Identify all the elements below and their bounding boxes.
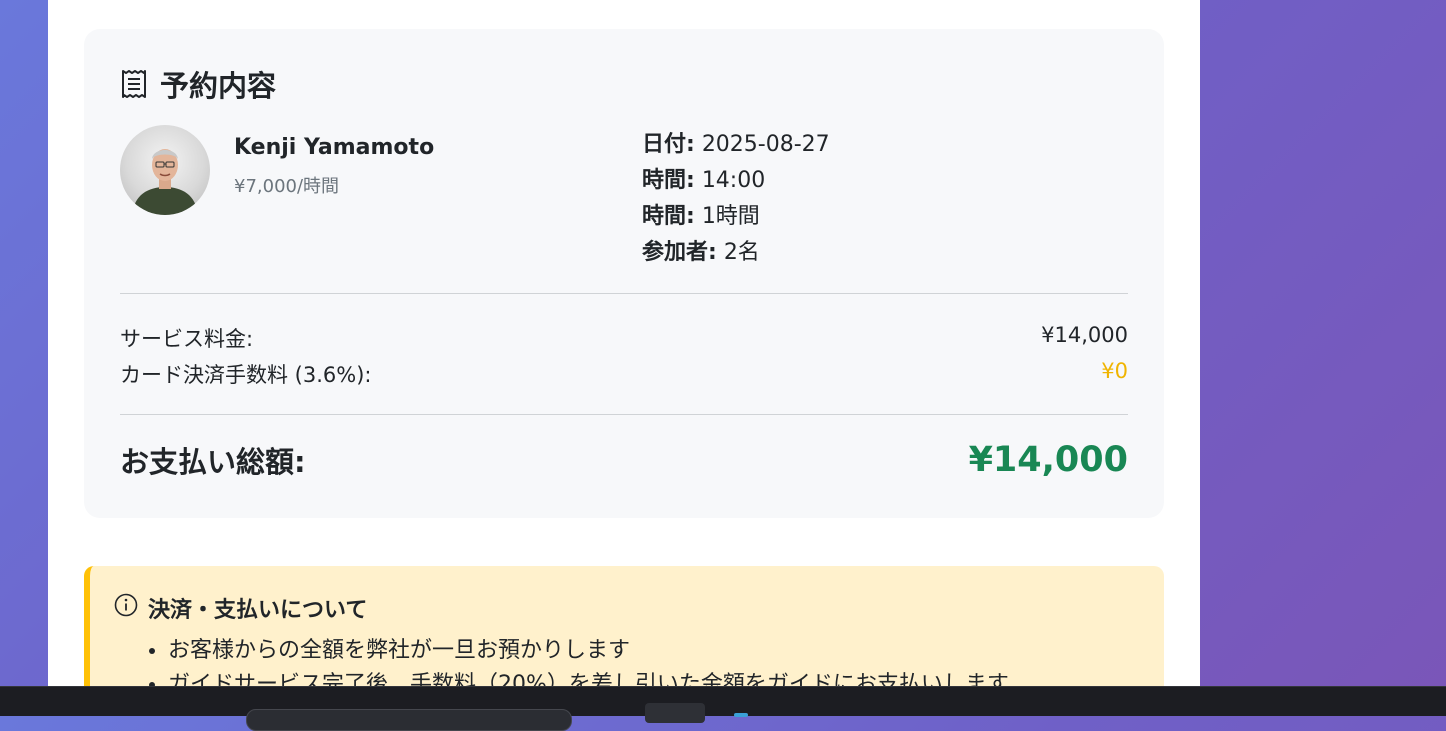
detail-value: 2025-08-27 xyxy=(701,132,830,157)
card-fee-amount: ¥0 xyxy=(1101,359,1128,383)
booking-summary-card: 予約内容 Kenji Yamamoto ¥7,000/時間 日付: 2025-0… xyxy=(84,29,1164,518)
payment-notice: 決済・支払いについて お客様からの全額を弊社が一旦お預かりします ガイドサービス… xyxy=(84,566,1164,697)
detail-participants: 参加者: 2名 xyxy=(642,235,830,271)
detail-label: 時間: xyxy=(642,204,695,229)
notice-header: 決済・支払いについて xyxy=(114,592,367,624)
detail-duration: 時間: 1時間 xyxy=(642,199,830,235)
list-item: お客様からの全額を弊社が一旦お預かりします xyxy=(168,634,1009,668)
detail-value: 14:00 xyxy=(701,168,766,193)
detail-date: 日付: 2025-08-27 xyxy=(642,127,830,163)
detail-value: 1時間 xyxy=(701,204,760,229)
detail-value: 2名 xyxy=(723,240,760,265)
service-fee-label: サービス料金: xyxy=(120,327,254,351)
detail-label: 参加者: xyxy=(642,240,717,265)
taskbar-app-button[interactable] xyxy=(645,703,705,723)
detail-time: 時間: 14:00 xyxy=(642,163,830,199)
total-row: お支払い総額: ¥14,000 xyxy=(120,439,1128,481)
service-fee-amount: ¥14,000 xyxy=(1041,323,1128,347)
guide-info: Kenji Yamamoto ¥7,000/時間 xyxy=(234,135,434,198)
booking-details: 日付: 2025-08-27 時間: 14:00 時間: 1時間 参加者: 2名 xyxy=(642,127,830,271)
taskbar xyxy=(0,686,1446,731)
info-circle-icon xyxy=(114,593,138,623)
taskbar-app-indicator[interactable] xyxy=(734,713,748,717)
summary-header: 予約内容 xyxy=(120,69,276,103)
divider xyxy=(120,414,1128,415)
notice-title: 決済・支払いについて xyxy=(148,598,368,623)
receipt-icon xyxy=(120,69,148,99)
page-container: 予約内容 Kenji Yamamoto ¥7,000/時間 日付: 2025-0… xyxy=(48,0,1200,697)
guide-name: Kenji Yamamoto xyxy=(234,135,435,160)
guide-rate: ¥7,000/時間 xyxy=(234,176,340,197)
total-label: お支払い総額: xyxy=(120,445,306,479)
divider xyxy=(120,293,1128,294)
detail-label: 時間: xyxy=(642,168,695,193)
guide-profile: Kenji Yamamoto ¥7,000/時間 xyxy=(120,125,434,215)
service-fee-row: サービス料金: ¥14,000 xyxy=(120,323,1128,353)
card-fee-label: カード決済手数料 (3.6%): xyxy=(120,363,372,387)
total-amount: ¥14,000 xyxy=(968,440,1128,480)
taskbar-search[interactable] xyxy=(246,709,572,731)
guide-avatar xyxy=(120,125,210,215)
summary-title: 予約内容 xyxy=(160,69,277,103)
card-fee-row: カード決済手数料 (3.6%): ¥0 xyxy=(120,359,1128,389)
detail-label: 日付: xyxy=(642,132,695,157)
